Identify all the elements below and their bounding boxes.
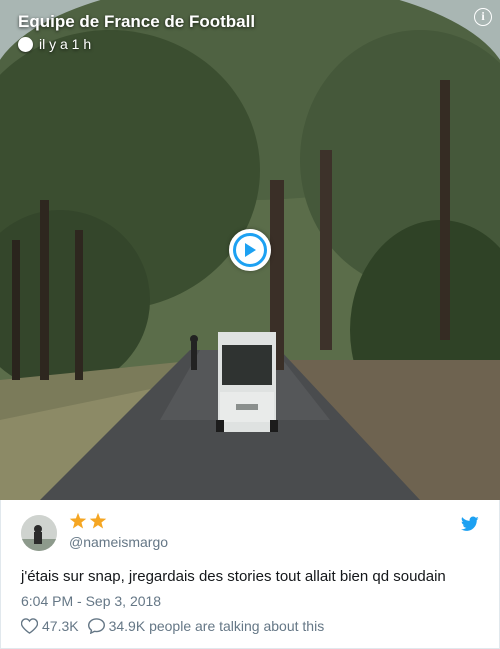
snap-account-name: Equipe de France de Football [18,12,256,31]
star-emoji-icon [89,512,107,529]
info-icon[interactable]: i [474,8,492,26]
reply-action[interactable]: 34.9K people are talking about this [87,618,325,634]
tweet-card: @nameismargo j'étais sur snap, jregardai… [0,500,500,649]
tweet-timestamp[interactable]: 6:04 PM - Sep 3, 2018 [21,593,161,609]
avatar[interactable] [21,515,57,551]
like-count: 47.3K [42,618,79,634]
star-emoji-icon [69,512,87,529]
heart-icon [21,618,38,634]
play-icon [233,233,267,267]
tweet-actions: 47.3K 34.9K people are talking about thi… [21,618,333,634]
snap-timestamp: il y a 1 h [39,36,92,52]
play-button[interactable] [229,229,271,271]
video-player[interactable]: Equipe de France de Football il y a 1 h … [0,0,500,500]
display-name[interactable] [69,512,107,530]
snap-meta: il y a 1 h [18,36,91,52]
user-handle[interactable]: @nameismargo [69,534,168,550]
snapchat-ghost-icon [18,36,33,52]
twitter-bird-icon[interactable] [461,516,479,532]
tweet-text: j'étais sur snap, jregardais des stories… [21,568,446,585]
people-talking-label: 34.9K people are talking about this [108,618,325,634]
speech-bubble-icon [87,618,105,634]
like-action[interactable]: 47.3K [21,618,79,634]
